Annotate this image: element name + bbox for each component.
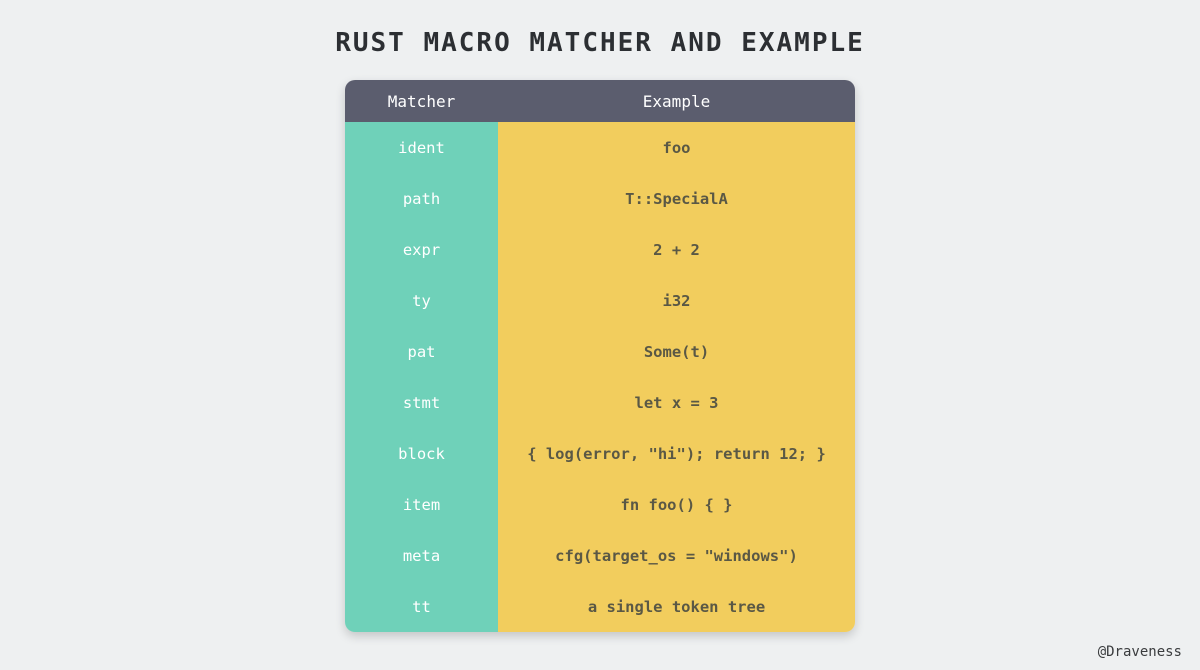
matcher-cell: stmt (345, 377, 498, 428)
matcher-cell: path (345, 173, 498, 224)
example-cell: T::SpecialA (498, 173, 855, 224)
example-cell: a single token tree (498, 581, 855, 632)
example-cell: Some(t) (498, 326, 855, 377)
matcher-cell: pat (345, 326, 498, 377)
matcher-column: ident path expr ty pat stmt block item m… (345, 122, 498, 632)
header-example: Example (498, 92, 855, 111)
matcher-cell: ty (345, 275, 498, 326)
page-title: RUST MACRO MATCHER AND EXAMPLE (0, 0, 1200, 80)
matcher-cell: meta (345, 530, 498, 581)
example-cell: foo (498, 122, 855, 173)
matcher-cell: tt (345, 581, 498, 632)
example-cell: fn foo() { } (498, 479, 855, 530)
matcher-cell: item (345, 479, 498, 530)
example-cell: cfg(target_os = "windows") (498, 530, 855, 581)
table-body: ident path expr ty pat stmt block item m… (345, 122, 855, 632)
example-cell: i32 (498, 275, 855, 326)
example-cell: let x = 3 (498, 377, 855, 428)
matcher-cell: ident (345, 122, 498, 173)
example-cell: { log(error, "hi"); return 12; } (498, 428, 855, 479)
example-column: foo T::SpecialA 2 + 2 i32 Some(t) let x … (498, 122, 855, 632)
header-matcher: Matcher (345, 92, 498, 111)
matcher-cell: block (345, 428, 498, 479)
matcher-table: Matcher Example ident path expr ty pat s… (345, 80, 855, 632)
example-cell: 2 + 2 (498, 224, 855, 275)
table-header: Matcher Example (345, 80, 855, 122)
attribution: @Draveness (1098, 644, 1182, 660)
matcher-cell: expr (345, 224, 498, 275)
